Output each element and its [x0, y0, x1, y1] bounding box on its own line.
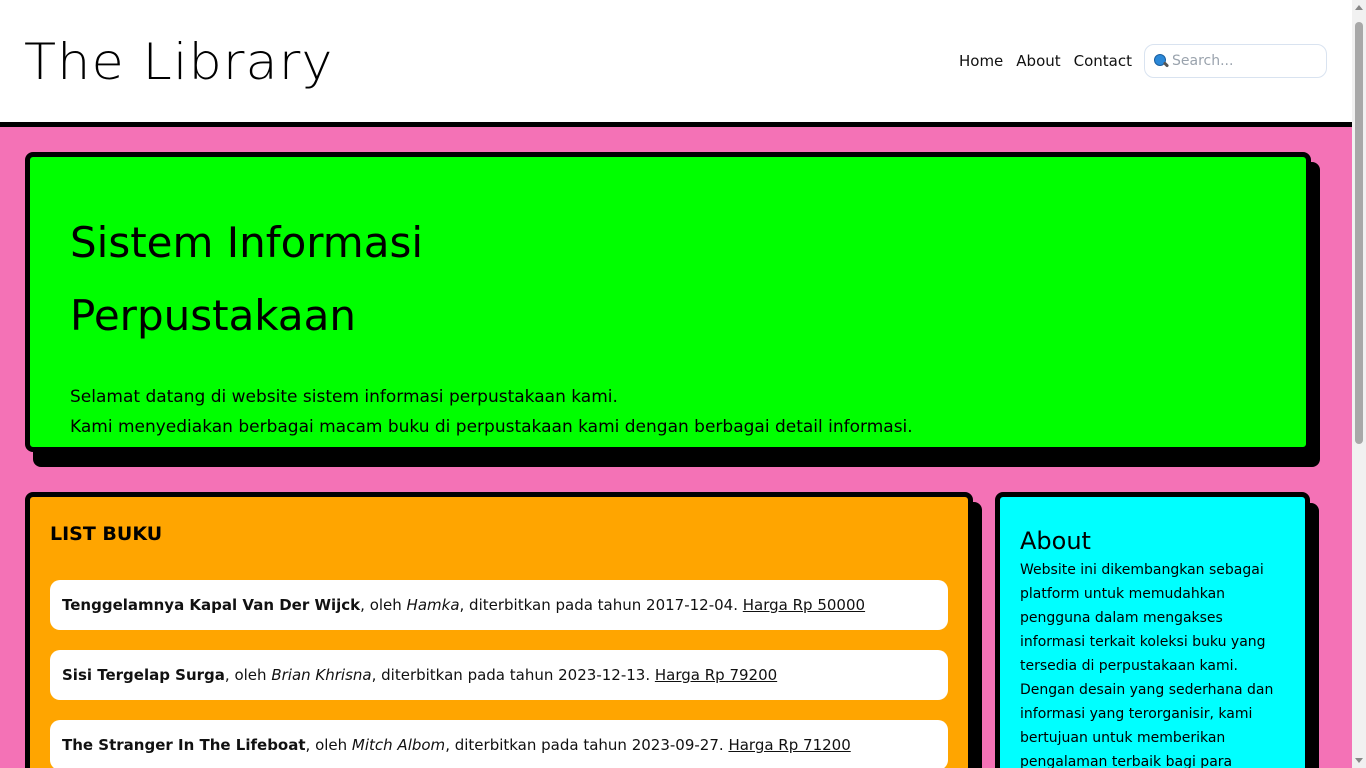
about-heading: About	[1020, 527, 1091, 555]
nav-home-link[interactable]: Home	[959, 44, 1003, 78]
about-card: About Website ini dikembangkan sebagai p…	[995, 492, 1310, 768]
hero-text-line1: Selamat datang di website sistem informa…	[70, 387, 618, 407]
site-header: The Library Home About Contact	[0, 0, 1352, 127]
book-text: , oleh	[224, 666, 272, 684]
nav-about-link[interactable]: About	[1016, 44, 1060, 78]
book-list-card: LIST BUKU Tenggelamnya Kapal Van Der Wij…	[25, 492, 973, 768]
book-author: Mitch Albom	[351, 736, 446, 754]
book-price-link[interactable]: Harga Rp 79200	[655, 666, 777, 684]
nav-contact-link[interactable]: Contact	[1074, 44, 1132, 78]
book-price-link[interactable]: Harga Rp 71200	[728, 736, 850, 754]
book-author: Brian Khrisna	[271, 666, 372, 684]
scroll-up-arrow-icon[interactable]	[1355, 5, 1363, 10]
book-text: .	[718, 736, 729, 754]
book-date: 2023-09-27	[631, 736, 719, 754]
hero-description: Selamat datang di website sistem informa…	[70, 382, 1266, 442]
book-author: Hamka	[406, 596, 460, 614]
search-input[interactable]	[1172, 53, 1322, 69]
hero-title-line2: Perpustakaan	[70, 291, 356, 340]
book-price-link[interactable]: Harga Rp 50000	[743, 596, 865, 614]
book-text: .	[733, 596, 743, 614]
book-date: 2017-12-04	[646, 596, 734, 614]
hero-title: Sistem Informasi Perpustakaan	[70, 206, 1266, 352]
book-list-heading: LIST BUKU	[50, 523, 163, 545]
book-item: Tenggelamnya Kapal Van Der Wijck, oleh H…	[50, 580, 948, 630]
book-item: Sisi Tergelap Surga, oleh Brian Khrisna,…	[50, 650, 948, 700]
hero-text-line2: Kami menyediakan berbagai macam buku di …	[70, 417, 913, 437]
book-item: The Stranger In The Lifeboat, oleh Mitch…	[50, 720, 948, 768]
search-box[interactable]	[1144, 44, 1327, 78]
about-text: Website ini dikembangkan sebagai platfor…	[1020, 562, 1274, 768]
main-nav: Home About Contact	[959, 44, 1327, 78]
scrollbar-thumb[interactable]	[1355, 22, 1363, 444]
book-text: , diterbitkan pada tahun	[371, 666, 559, 684]
hero-title-line1: Sistem Informasi	[70, 218, 424, 267]
hero-card: Sistem Informasi Perpustakaan Selamat da…	[25, 152, 1311, 452]
book-text: .	[645, 666, 655, 684]
book-text: , diterbitkan pada tahun	[459, 596, 647, 614]
book-text: , oleh	[360, 596, 407, 614]
book-text: , oleh	[305, 736, 352, 754]
book-date: 2023-12-13	[558, 666, 646, 684]
scroll-down-arrow-icon[interactable]	[1355, 758, 1363, 763]
site-logo[interactable]: The Library	[24, 30, 333, 94]
page-scrollbar[interactable]	[1352, 0, 1366, 768]
book-text: , diterbitkan pada tahun	[445, 736, 632, 754]
book-title: Sisi Tergelap Surga	[62, 666, 225, 684]
book-title: Tenggelamnya Kapal Van Der Wijck	[62, 596, 361, 614]
search-icon	[1152, 52, 1170, 70]
book-title: The Stranger In The Lifeboat	[62, 736, 306, 754]
